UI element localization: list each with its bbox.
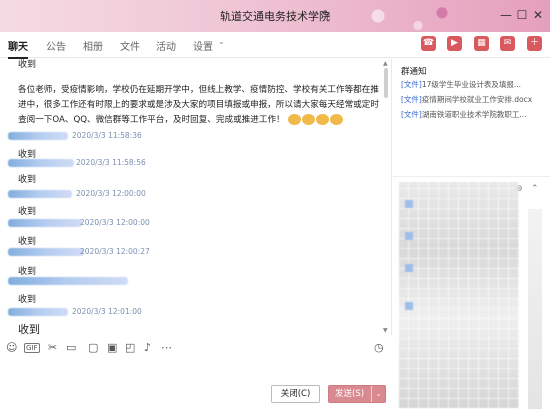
title-bar: 轨道交通电务技术学院 ✎ — ☐ ✕ <box>0 0 550 32</box>
more-icon[interactable]: ⋯ <box>161 341 172 354</box>
file-tag: [文件] <box>401 95 422 104</box>
add-icon[interactable]: ＋ <box>527 36 542 51</box>
message-time: 2020/3/3 12:00:27 <box>80 247 150 256</box>
send-button-label: 发送(S) <box>335 389 365 399</box>
message-time: 2020/3/3 11:58:36 <box>72 131 142 140</box>
message-time: 2020/3/3 12:01:00 <box>72 307 142 316</box>
collapse-chevron-icon[interactable]: ⌃ <box>531 184 539 194</box>
edit-icon[interactable]: ✎ <box>322 8 331 21</box>
message-text: 收到 <box>18 60 37 70</box>
message-time: 2020/3/3 12:00:00 <box>76 189 146 198</box>
close-button[interactable]: 关闭(C) <box>271 385 320 403</box>
file-tag: [文件] <box>401 110 422 119</box>
notice-file-item[interactable]: [文件]疫情期间学校就业工作安排.docx <box>401 94 532 105</box>
file-tag: [文件] <box>401 80 422 89</box>
tab-activity[interactable]: 活动 <box>156 38 176 53</box>
emoji-button-icon[interactable]: ☺ <box>6 341 17 354</box>
group-side-panel: 群通知 [文件]17级学生毕业设计表及填报... [文件]疫情期间学校就业工作安… <box>393 59 550 411</box>
phone-icon[interactable]: ☎ <box>421 36 436 51</box>
scroll-down-icon[interactable]: ▼ <box>383 327 388 334</box>
member-avatar-blurred <box>405 264 413 272</box>
message-text: 收到 <box>18 323 40 335</box>
tab-chat[interactable]: 聊天 <box>8 38 28 59</box>
group-notice-title: 群通知 <box>401 67 427 77</box>
emoji-icon <box>330 114 344 125</box>
member-avatar-blurred <box>405 232 413 240</box>
screen-share-icon[interactable]: ▦ <box>474 36 489 51</box>
message-text: 收到 <box>18 207 37 217</box>
chat-area[interactable]: 收到 各位老师，受疫情影响，学校仍在延期开学中，但线上教学、疫情防控、学校有关工… <box>0 59 392 335</box>
tab-files[interactable]: 文件 <box>120 38 140 53</box>
window-title: 轨道交通电务技术学院 <box>220 10 330 23</box>
member-list-blurred[interactable] <box>399 182 519 408</box>
sender-name-blurred <box>8 159 74 167</box>
sender-name-blurred <box>8 132 68 140</box>
scissors-icon[interactable]: ✂ <box>48 341 57 354</box>
emoji-icon <box>316 114 330 125</box>
settings-chevron-icon[interactable]: ⌄ <box>218 37 225 46</box>
tab-album[interactable]: 相册 <box>83 38 103 53</box>
file-name: 17级学生毕业设计表及填报... <box>421 80 522 89</box>
announcement-message: 各位老师，受疫情影响，学校仍在延期开学中，但线上教学、疫情防控、学校有关工作等都… <box>18 83 382 128</box>
gif-icon[interactable]: GIF <box>24 343 40 353</box>
image-icon[interactable]: ▣ <box>107 341 117 354</box>
sender-name-blurred <box>8 248 84 256</box>
emoji-icon <box>288 114 302 125</box>
chat-scrollbar[interactable]: ▲ ▼ <box>383 60 389 334</box>
message-time: 2020/3/3 12:00:00 <box>80 218 150 227</box>
input-toolbar: ☺ GIF ✂ ▭ ▢ ▣ ◰ ♪ ⋯ ◷ <box>0 336 392 358</box>
message-text: 收到 <box>18 267 37 277</box>
red-packet-icon[interactable]: ◰ <box>125 341 135 354</box>
close-window-button[interactable]: ✕ <box>526 4 550 28</box>
sender-name-blurred <box>8 190 72 198</box>
scroll-up-icon[interactable]: ▲ <box>383 60 388 67</box>
send-button[interactable]: 发送(S) ⌄ <box>328 385 386 403</box>
panel-divider <box>393 176 550 177</box>
send-options-chevron-icon[interactable]: ⌄ <box>371 386 385 402</box>
member-avatar-blurred <box>405 302 413 310</box>
video-icon[interactable]: ▶ <box>447 36 462 51</box>
message-icon[interactable]: ✉ <box>500 36 515 51</box>
tab-announcement[interactable]: 公告 <box>46 38 66 53</box>
file-name: 疫情期间学校就业工作安排.docx <box>421 95 533 104</box>
message-text: 收到 <box>18 295 37 305</box>
microphone-icon[interactable]: ♪ <box>144 341 151 354</box>
file-name: 湖南铁道职业技术学院教职工... <box>421 110 527 119</box>
sender-name-blurred <box>8 219 82 227</box>
folder-icon[interactable]: ▢ <box>88 341 98 354</box>
message-time: 2020/3/3 11:58:56 <box>76 158 146 167</box>
member-list-scrollbar[interactable] <box>528 209 542 409</box>
scrollbar-thumb[interactable] <box>384 68 388 98</box>
tab-settings[interactable]: 设置 <box>193 38 213 53</box>
sender-name-blurred <box>8 308 68 316</box>
member-avatar-blurred <box>405 200 413 208</box>
notice-file-item[interactable]: [文件]17级学生毕业设计表及填报... <box>401 79 521 90</box>
tab-bar: 聊天 公告 相册 文件 活动 设置 ⌄ ☎ ▶ ▦ ✉ ＋ <box>0 32 550 59</box>
emoji-icon <box>302 114 316 125</box>
notice-file-item[interactable]: [文件]湖南铁道职业技术学院教职工... <box>401 109 527 120</box>
file-icon[interactable]: ▭ <box>66 341 76 354</box>
message-text: 收到 <box>18 175 37 185</box>
history-clock-icon[interactable]: ◷ <box>374 341 384 354</box>
sender-name-blurred <box>8 277 128 285</box>
message-text: 收到 <box>18 237 37 247</box>
